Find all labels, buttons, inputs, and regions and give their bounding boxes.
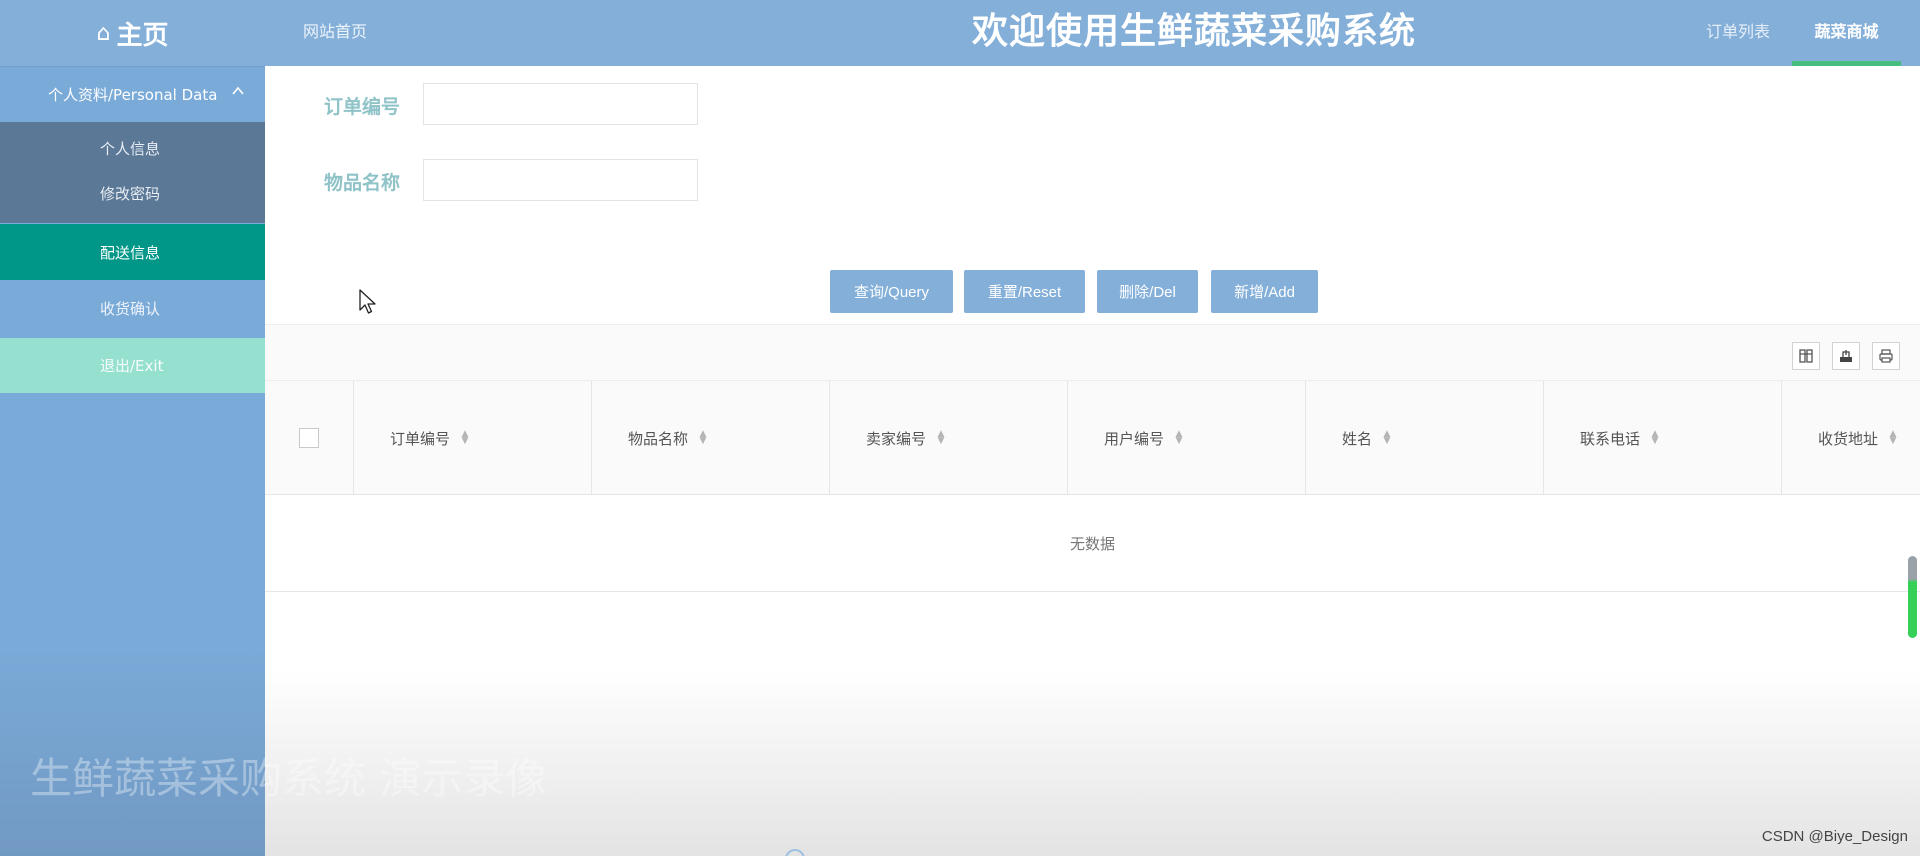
sidebar-item-receipt-confirm[interactable]: 收货确认 xyxy=(0,280,265,336)
column-header-label: 订单编号 xyxy=(390,429,451,448)
sort-icon[interactable]: ▲ ▼ xyxy=(936,430,946,446)
home-icon: ⌂ xyxy=(96,20,111,46)
column-header[interactable]: 订单编号 ▲ ▼ xyxy=(353,381,591,495)
column-header-label: 卖家编号 xyxy=(866,429,927,448)
sidebar: 个人资料/Personal Data 个人信息 修改密码 配送信息 收货确认 退… xyxy=(0,66,265,856)
reset-button[interactable]: 重置/Reset xyxy=(964,270,1085,313)
column-header-label: 联系电话 xyxy=(1580,429,1641,448)
scrollbar[interactable] xyxy=(1908,556,1917,638)
nav-order-list[interactable]: 订单列表 xyxy=(1706,0,1770,66)
order-no-input[interactable] xyxy=(423,83,698,125)
select-all-checkbox[interactable] xyxy=(299,428,319,448)
sidebar-item-change-password[interactable]: 修改密码 xyxy=(100,183,160,204)
column-header[interactable]: 姓名 ▲ ▼ xyxy=(1305,381,1543,495)
item-name-input[interactable] xyxy=(423,159,698,201)
select-all-cell xyxy=(265,381,353,495)
column-header[interactable]: 物品名称 ▲ ▼ xyxy=(591,381,829,495)
column-header-label: 收货地址 xyxy=(1818,429,1879,448)
video-watermark: 生鲜蔬菜采购系统 演示录像 xyxy=(30,754,548,803)
sidebar-item-delivery-info[interactable]: 配送信息 xyxy=(0,224,265,280)
sort-icon[interactable]: ▲ ▼ xyxy=(1174,430,1184,446)
columns-icon[interactable] xyxy=(1792,342,1820,370)
active-indicator xyxy=(1792,61,1901,66)
column-header[interactable]: 联系电话 ▲ ▼ xyxy=(1543,381,1781,495)
nav-vegetable-shop-label: 蔬菜商城 xyxy=(1814,22,1879,41)
print-icon[interactable] xyxy=(1872,342,1900,370)
table-body: 无数据 xyxy=(265,495,1920,592)
nav-vegetable-shop[interactable]: 蔬菜商城 xyxy=(1792,0,1901,66)
sidebar-item-personal-info[interactable]: 个人信息 xyxy=(100,138,160,159)
table-header: 订单编号 ▲ ▼ 物品名称 ▲ ▼ 卖家编号 ▲ ▼ 用户编号 ▲ ▼ 姓名 ▲ ▼ 联系… xyxy=(265,381,1920,495)
sidebar-group-personal-data[interactable]: 个人资料/Personal Data xyxy=(0,66,265,122)
site-home-link[interactable]: 网站首页 xyxy=(303,0,367,66)
column-header-label: 物品名称 xyxy=(628,429,689,448)
credit-text: CSDN @Biye_Design xyxy=(1761,828,1908,845)
query-button[interactable]: 查询/Query xyxy=(830,270,953,313)
column-header[interactable]: 收货地址 ▲ ▼ xyxy=(1781,381,1920,495)
column-header[interactable]: 卖家编号 ▲ ▼ xyxy=(829,381,1067,495)
order-no-label: 订单编号 xyxy=(324,96,401,118)
column-header[interactable]: 用户编号 ▲ ▼ xyxy=(1067,381,1305,495)
column-header-label: 姓名 xyxy=(1342,429,1373,448)
sort-icon[interactable]: ▲ ▼ xyxy=(1888,430,1898,446)
sidebar-group-label: 个人资料/Personal Data xyxy=(48,86,218,104)
page-title: 欢迎使用生鲜蔬菜采购系统 xyxy=(972,11,1417,52)
table-toolbar xyxy=(265,324,1920,381)
sidebar-item-exit[interactable]: 退出/Exit xyxy=(0,338,265,393)
home-link[interactable]: ⌂ 主页 xyxy=(0,0,265,66)
delete-button[interactable]: 删除/Del xyxy=(1097,270,1198,313)
empty-state: 无数据 xyxy=(1069,535,1115,553)
sort-icon[interactable]: ▲ ▼ xyxy=(460,430,470,446)
top-header: ⌂ 主页 网站首页 欢迎使用生鲜蔬菜采购系统 订单列表 蔬菜商城 xyxy=(0,0,1920,66)
sidebar-submenu: 个人信息 修改密码 xyxy=(0,122,265,223)
mouse-cursor-icon xyxy=(359,289,377,315)
add-button[interactable]: 新增/Add xyxy=(1211,270,1318,313)
chevron-up-icon xyxy=(231,83,245,102)
export-icon[interactable] xyxy=(1832,342,1860,370)
home-label: 主页 xyxy=(116,20,169,51)
sort-icon[interactable]: ▲ ▼ xyxy=(1650,430,1660,446)
column-header-label: 用户编号 xyxy=(1104,429,1165,448)
item-name-label: 物品名称 xyxy=(324,172,401,194)
sort-icon[interactable]: ▲ ▼ xyxy=(1382,430,1392,446)
sort-icon[interactable]: ▲ ▼ xyxy=(698,430,708,446)
